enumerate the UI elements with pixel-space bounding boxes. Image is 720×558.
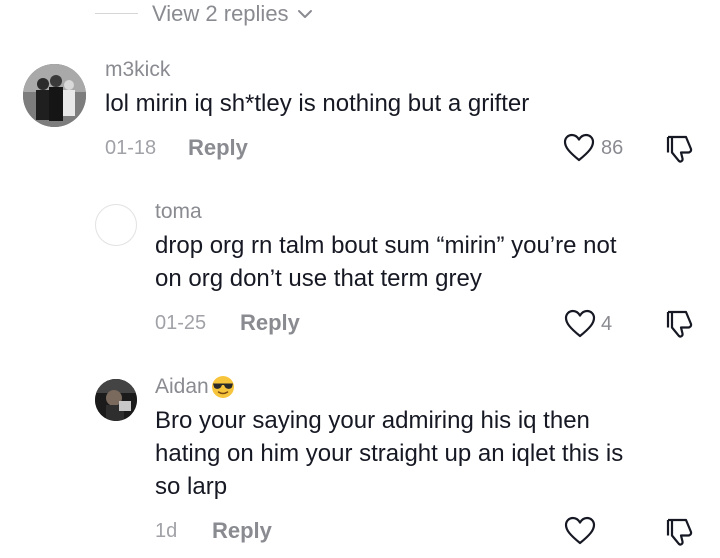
comment-date: 01-18 [105, 137, 157, 159]
heart-outline-icon[interactable] [563, 133, 595, 163]
like-count: 86 [601, 137, 624, 159]
username[interactable]: m3kick [105, 58, 170, 82]
comment-text-line: so larp [155, 473, 228, 500]
chevron-down-icon [297, 10, 312, 18]
username[interactable]: toma [155, 200, 202, 224]
dark-photo-image [95, 379, 137, 421]
avatar[interactable] [95, 379, 137, 421]
comment-text-line: Bro your saying your admiring his iq the… [155, 407, 590, 434]
avatar[interactable] [23, 64, 86, 127]
heart-outline-icon[interactable] [564, 516, 596, 546]
comment-text-line: on org don’t use that term grey [155, 265, 482, 292]
view-replies-label: View 2 replies [152, 1, 289, 26]
comment-text: lol mirin iq sh*tley is nothing but a gr… [105, 90, 530, 117]
reply-button[interactable]: Reply [212, 518, 272, 544]
view-replies-button[interactable]: View 2 replies [152, 1, 313, 27]
username: Aidan [155, 375, 209, 398]
divider-line [95, 13, 138, 14]
group-photo-image [23, 64, 86, 127]
thumbs-down-icon[interactable] [664, 134, 694, 164]
sunglasses-emoji-icon [211, 376, 234, 398]
comment-text-line: hating on him your straight up an iqlet … [155, 440, 624, 467]
like-count: 4 [601, 313, 613, 335]
reply-button[interactable]: Reply [240, 310, 300, 336]
comment-date: 1d [155, 520, 178, 542]
reply-button[interactable]: Reply [188, 135, 248, 161]
comment-text-line: drop org rn talm bout sum “mirin” you’re… [155, 232, 617, 259]
avatar[interactable] [95, 204, 137, 246]
thumbs-down-icon[interactable] [664, 309, 694, 339]
username-row[interactable]: Aidan [155, 374, 236, 400]
thumbs-down-icon[interactable] [664, 517, 694, 547]
heart-outline-icon[interactable] [564, 309, 596, 339]
comment-date: 01-25 [155, 312, 207, 334]
